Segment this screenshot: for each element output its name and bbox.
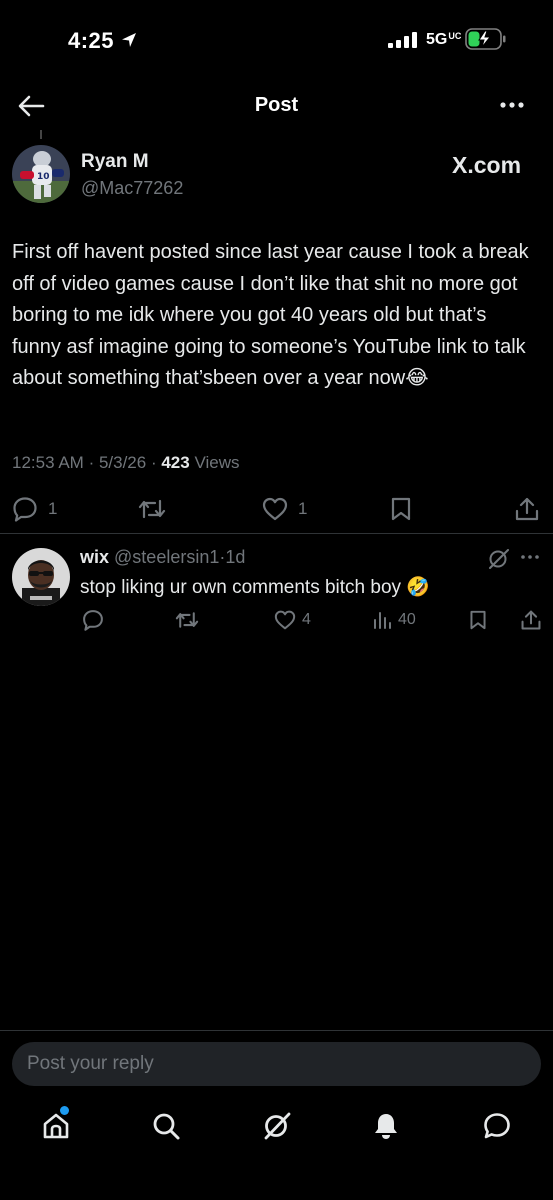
reply-views-count: 40 <box>398 611 416 628</box>
tab-notifications[interactable] <box>366 1106 406 1146</box>
home-icon <box>43 1113 69 1139</box>
post-meta: 12:53 AM · 5/3/26 · 423 Views <box>12 453 240 472</box>
divider <box>0 533 553 534</box>
svg-text:10: 10 <box>37 172 50 182</box>
views-count: 423 <box>161 453 190 472</box>
comment-icon <box>83 610 103 631</box>
reply-share-button[interactable] <box>520 609 542 631</box>
reply-text: stop liking ur own comments bitch boy 🤣 <box>80 577 430 598</box>
reply-repost-button[interactable] <box>175 609 199 631</box>
bookmark-icon <box>470 610 486 630</box>
source-label: X.com <box>452 152 522 178</box>
thread-line <box>40 130 42 139</box>
share-icon <box>515 497 539 521</box>
reply-bookmark-button[interactable] <box>469 609 487 631</box>
like-count: 1 <box>298 499 308 518</box>
bell-icon <box>375 1114 397 1139</box>
composer-divider <box>0 1030 553 1031</box>
avatar[interactable]: 10 <box>12 145 70 203</box>
author-name[interactable]: Ryan M <box>81 151 149 173</box>
more-button[interactable] <box>498 94 528 116</box>
post-text: First off havent posted since last year … <box>12 241 529 389</box>
grok-icon <box>264 1112 291 1140</box>
post-time: 12:53 AM <box>12 453 84 472</box>
home-notification-dot <box>60 1106 69 1115</box>
reply-like-button[interactable]: 4 <box>274 609 311 631</box>
status-time: 4:25 <box>68 28 115 53</box>
heart-icon <box>274 610 296 630</box>
signal-icon <box>388 32 420 48</box>
author-handle[interactable]: @Mac77262 <box>81 178 183 199</box>
repost-button[interactable] <box>138 496 166 522</box>
page-title: Post <box>254 94 299 116</box>
views-icon <box>374 612 391 629</box>
reply-more-button[interactable] <box>520 552 540 562</box>
share-icon <box>521 610 541 630</box>
reply-reply-button[interactable] <box>82 609 104 631</box>
tab-messages[interactable] <box>477 1106 517 1146</box>
reply-header: wix @steelersin1·1d <box>80 547 246 567</box>
reply-like-count: 4 <box>302 611 311 628</box>
reply-author-name[interactable]: wix <box>80 547 109 567</box>
reply-views-button[interactable]: 40 <box>372 609 416 631</box>
more-dots-icon <box>500 102 524 108</box>
reply-author-handle[interactable]: @steelersin1 <box>114 547 219 567</box>
tab-search[interactable] <box>146 1106 186 1146</box>
bookmark-icon <box>391 497 411 521</box>
reply-age: 1d <box>225 547 246 567</box>
network-type: 5GUC <box>426 31 462 48</box>
like-button[interactable]: 1 <box>262 496 307 522</box>
location-arrow-icon <box>120 31 138 49</box>
tab-grok[interactable] <box>257 1106 297 1146</box>
reply-count: 1 <box>48 499 58 518</box>
grok-button[interactable] <box>488 549 510 569</box>
repost-icon <box>138 499 166 519</box>
views-label: Views <box>194 453 240 472</box>
bookmark-button[interactable] <box>390 496 412 522</box>
search-icon <box>153 1113 180 1140</box>
grok-icon <box>489 549 509 569</box>
battery-icon <box>465 28 507 50</box>
share-button[interactable] <box>514 496 540 522</box>
tab-home[interactable] <box>36 1106 76 1146</box>
post-date: 5/3/26 <box>98 453 147 472</box>
message-icon <box>484 1113 510 1139</box>
comment-icon <box>13 497 37 522</box>
reply-button[interactable]: 1 <box>12 496 57 522</box>
repost-icon <box>175 612 199 628</box>
reply-avatar[interactable] <box>12 548 70 606</box>
more-dots-icon <box>521 555 539 559</box>
reply-input-placeholder[interactable]: Post your reply <box>27 1053 154 1075</box>
heart-icon <box>262 497 288 521</box>
